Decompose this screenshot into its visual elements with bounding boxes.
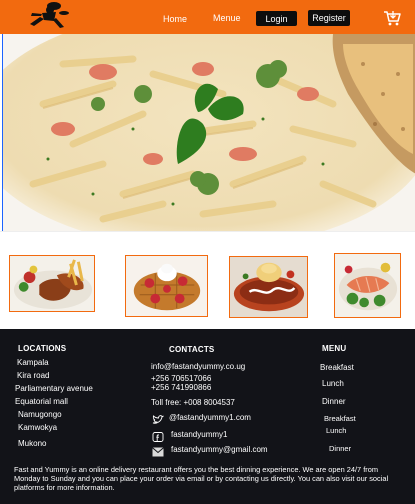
location-item[interactable]: Parliamentary avenue (15, 384, 93, 393)
register-button[interactable]: Register (308, 10, 350, 26)
contact-email[interactable]: info@fastandyummy.co.ug (151, 362, 245, 371)
mail-icon[interactable] (152, 444, 164, 457)
running-chef-logo-icon[interactable] (24, 0, 70, 30)
menu-item[interactable]: Breakfast (324, 414, 356, 423)
shopping-cart-icon[interactable] (383, 10, 401, 26)
contact-phone[interactable]: +256 706517066 (151, 374, 211, 383)
location-item[interactable]: Kamwokya (18, 423, 57, 432)
nav-menu-link[interactable]: Menue (213, 13, 241, 23)
dish-thumbnail-chicken[interactable] (9, 255, 95, 312)
menu-item[interactable]: Lunch (322, 379, 344, 388)
location-item[interactable]: Kira road (17, 371, 49, 380)
twitter-handle[interactable]: @fastandyummy1.com (169, 413, 251, 422)
about-text: Fast and Yummy is an online delivery res… (14, 465, 389, 492)
location-item[interactable]: Equatorial mall (15, 397, 68, 406)
menu-item[interactable]: Dinner (329, 444, 351, 453)
facebook-handle[interactable]: fastandyummy1 (171, 430, 227, 439)
hero-pasta-image (2, 34, 415, 231)
site-footer: LOCATIONS Kampala Kira road Parliamentar… (0, 329, 415, 504)
location-item[interactable]: Namugongo (18, 410, 62, 419)
twitter-icon[interactable] (152, 412, 164, 424)
contact-phone[interactable]: +256 741990866 (151, 383, 211, 392)
facebook-icon[interactable] (152, 429, 164, 442)
locations-heading: LOCATIONS (18, 344, 67, 353)
dish-thumbnail-salmon[interactable] (334, 253, 401, 318)
dish-thumbnail-steak[interactable] (229, 256, 308, 318)
top-navbar: Home Menue Login Register (0, 0, 415, 34)
menu-heading: MENU (322, 344, 347, 353)
nav-home-link[interactable]: Home (163, 14, 187, 24)
location-item[interactable]: Mukono (18, 439, 46, 448)
location-item[interactable]: Kampala (17, 358, 49, 367)
contacts-heading: CONTACTS (169, 345, 215, 354)
gmail-address[interactable]: fastandyummy@gmail.com (171, 445, 268, 454)
dish-thumbnail-waffle[interactable] (125, 255, 208, 317)
menu-item[interactable]: Lunch (326, 426, 346, 435)
menu-item[interactable]: Dinner (322, 397, 346, 406)
contact-tollfree: Toll free: +008 8004537 (151, 398, 235, 407)
menu-item[interactable]: Breakfast (320, 363, 354, 372)
login-button[interactable]: Login (256, 11, 297, 26)
